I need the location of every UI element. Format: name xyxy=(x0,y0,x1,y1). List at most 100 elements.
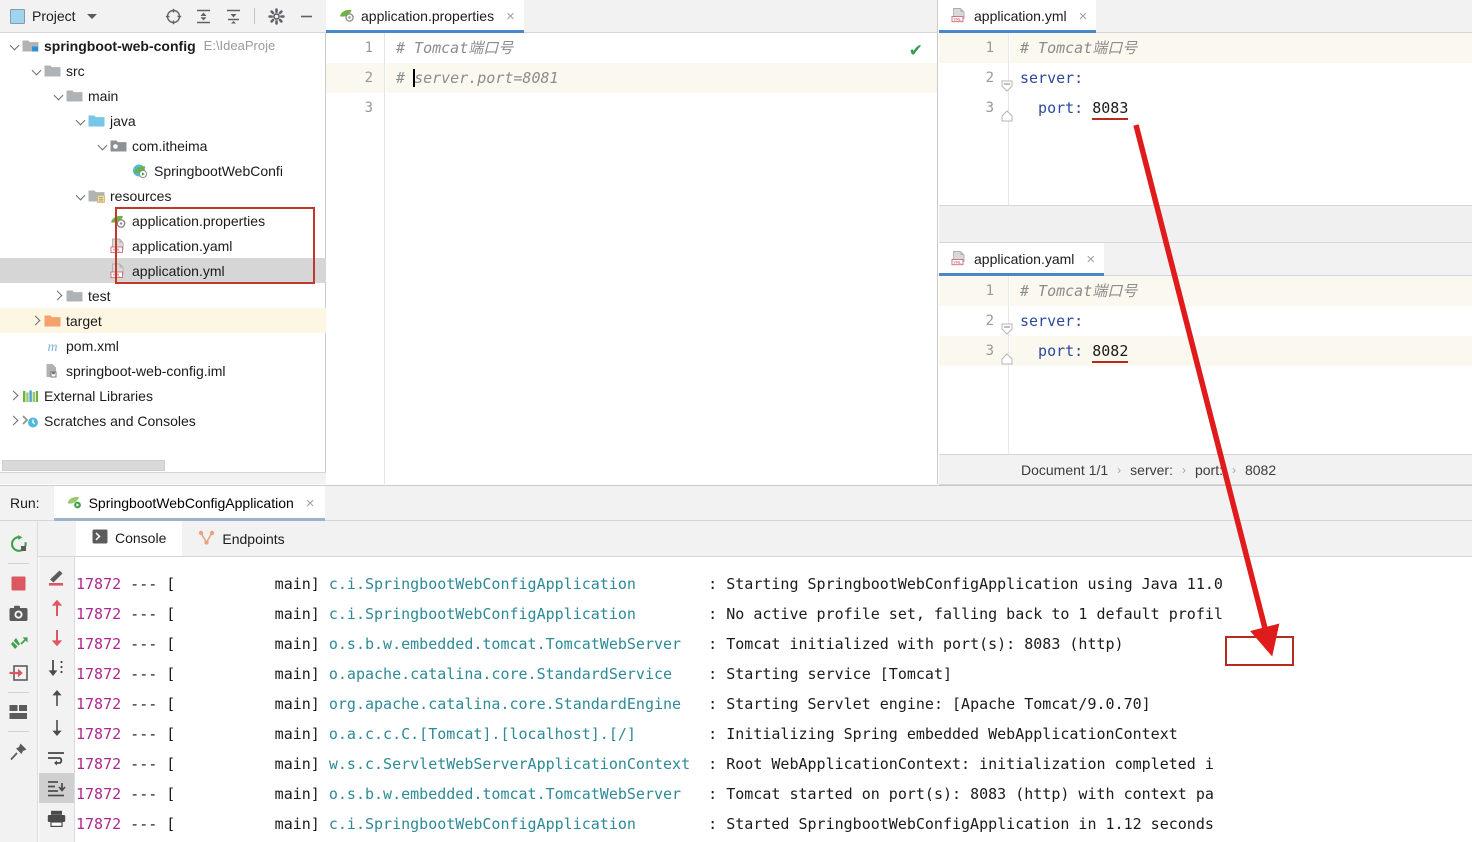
chevron-right-icon[interactable] xyxy=(30,314,44,328)
soft-wrap-icon[interactable] xyxy=(39,743,74,773)
tree-node-scratches-and-consoles[interactable]: Scratches and Consoles xyxy=(0,408,326,433)
right-yml-body[interactable]: 123 # Tomcat端口号server: port: 8083 xyxy=(939,33,1472,205)
chevron-right-icon[interactable] xyxy=(52,289,66,303)
tree-node-springboot-web-config-iml[interactable]: springboot-web-config.iml xyxy=(0,358,326,383)
tab-application-yml[interactable]: YML application.yml × xyxy=(939,0,1096,32)
breadcrumb-item[interactable]: 8082 xyxy=(1245,462,1276,478)
right-yaml-gutter[interactable]: 123 xyxy=(939,276,1009,454)
thread-dump-icon[interactable] xyxy=(0,628,37,658)
tree-node-application-properties[interactable]: application.properties xyxy=(0,208,326,233)
chevron-right-icon[interactable] xyxy=(8,389,22,403)
right-yml-gutter[interactable]: 123 xyxy=(939,33,1009,205)
tree-node-application-yaml[interactable]: YMLapplication.yaml xyxy=(0,233,326,258)
tree-node-external-libraries[interactable]: External Libraries xyxy=(0,383,326,408)
collapse-all-icon[interactable] xyxy=(224,7,242,25)
right-yaml-code[interactable]: # Tomcat端口号server: port: 8082 xyxy=(1010,276,1472,454)
project-tree[interactable]: springboot-web-configE:\IdeaProjesrcmain… xyxy=(0,33,326,451)
close-icon[interactable]: × xyxy=(1086,252,1095,267)
close-icon[interactable]: × xyxy=(1079,9,1088,24)
chevron-down-icon[interactable] xyxy=(74,114,88,128)
tree-node-application-yml[interactable]: YMLapplication.yml xyxy=(0,258,326,283)
console-line[interactable]: 17872 --- [ main] c.i.SpringbootWebConfi… xyxy=(76,569,1472,599)
right-yaml-body[interactable]: 123 # Tomcat端口号server: port: 8082 xyxy=(939,276,1472,454)
tree-node-src[interactable]: src xyxy=(0,58,326,83)
close-icon[interactable]: × xyxy=(506,9,515,24)
tree-node-com-itheima[interactable]: com.itheima xyxy=(0,133,326,158)
console-line[interactable]: 17872 --- [ main] c.i.SpringbootWebConfi… xyxy=(76,599,1472,629)
code-line[interactable]: # Tomcat端口号 xyxy=(1010,33,1472,63)
console-line[interactable]: 17872 --- [ main] o.a.c.c.C.[Tomcat].[lo… xyxy=(76,719,1472,749)
scroll-to-end-icon[interactable] xyxy=(39,773,74,803)
code-line[interactable]: # server.port=8081 xyxy=(386,63,937,93)
tree-node-target[interactable]: target xyxy=(0,308,326,333)
tree-node-springbootwebconfi[interactable]: SpringbootWebConfi xyxy=(0,158,326,183)
scrollbar-thumb[interactable] xyxy=(2,460,165,471)
expand-all-icon[interactable] xyxy=(194,7,212,25)
tree-node-main[interactable]: main xyxy=(0,83,326,108)
up-arrow-icon[interactable] xyxy=(39,683,74,713)
chevron-down-icon[interactable] xyxy=(8,39,22,53)
up-arrow-red-icon[interactable] xyxy=(39,593,74,623)
tree-node-pom-xml[interactable]: mpom.xml xyxy=(0,333,326,358)
console-line[interactable]: 17872 --- [ main] o.s.b.w.embedded.tomca… xyxy=(76,629,1472,659)
center-editor-gutter[interactable]: 123 xyxy=(326,33,385,484)
layout-icon[interactable] xyxy=(0,697,37,727)
run-toolbar-console[interactable] xyxy=(39,557,75,842)
export-icon[interactable] xyxy=(0,658,37,688)
breadcrumb-item[interactable]: server: xyxy=(1130,462,1173,478)
hide-panel-icon[interactable] xyxy=(297,7,315,25)
tab-console[interactable]: Console xyxy=(76,521,182,556)
console-output[interactable]: 17872 --- [ main] c.i.SpringbootWebConfi… xyxy=(76,557,1472,842)
run-toolbar-left[interactable] xyxy=(0,521,38,842)
breadcrumb-item[interactable]: Document 1/1 xyxy=(1021,462,1108,478)
sort-icon[interactable] xyxy=(39,653,74,683)
code-line[interactable]: server: xyxy=(1010,63,1472,93)
down-arrow-icon[interactable] xyxy=(39,713,74,743)
code-line[interactable]: # Tomcat端口号 xyxy=(1010,276,1472,306)
screenshot-icon[interactable] xyxy=(0,598,37,628)
tab-application-yaml[interactable]: YML application.yaml × xyxy=(939,243,1104,275)
inspection-ok-icon[interactable]: ✔ xyxy=(909,41,923,61)
fold-end-icon[interactable] xyxy=(1001,345,1013,375)
right-yml-code[interactable]: # Tomcat端口号server: port: 8083 xyxy=(1010,33,1472,205)
chevron-down-icon[interactable] xyxy=(30,64,44,78)
tree-node-test[interactable]: test xyxy=(0,283,326,308)
run-configuration-tab[interactable]: SpringbootWebConfigApplication × xyxy=(54,486,325,520)
settings-gear-icon[interactable] xyxy=(267,7,285,25)
console-line[interactable]: 17872 --- [ main] org.apache.catalina.co… xyxy=(76,689,1472,719)
tree-node-springboot-web-config[interactable]: springboot-web-configE:\IdeaProje xyxy=(0,33,326,58)
down-arrow-red-icon[interactable] xyxy=(39,623,74,653)
code-line[interactable]: # Tomcat端口号 xyxy=(386,33,937,63)
center-editor-body[interactable]: 123 # Tomcat端口号# server.port=8081 ✔ xyxy=(326,33,937,484)
tree-node-resources[interactable]: resources xyxy=(0,183,326,208)
code-line[interactable]: port: 8083 xyxy=(1010,93,1472,123)
rerun-icon[interactable] xyxy=(0,529,37,559)
tree-node-java[interactable]: java xyxy=(0,108,326,133)
chevron-down-icon[interactable] xyxy=(87,14,97,19)
stop-icon[interactable] xyxy=(0,568,37,598)
tab-application-properties[interactable]: application.properties × xyxy=(326,0,524,32)
chevron-right-icon[interactable] xyxy=(8,414,22,428)
breadcrumb[interactable]: Document 1/1›server:›port:›8082 xyxy=(939,454,1472,485)
console-line[interactable]: 17872 --- [ main] w.s.c.ServletWebServer… xyxy=(76,749,1472,779)
chevron-down-icon[interactable] xyxy=(96,139,110,153)
fold-end-icon[interactable] xyxy=(1001,102,1013,132)
close-icon[interactable]: × xyxy=(306,496,315,511)
edit-icon[interactable] xyxy=(39,563,74,593)
project-tree-horizontal-scrollbar[interactable] xyxy=(0,458,325,472)
pin-icon[interactable] xyxy=(0,736,37,766)
breadcrumb-item[interactable]: port: xyxy=(1195,462,1223,478)
console-line[interactable]: 17872 --- [ main] o.s.b.w.embedded.tomca… xyxy=(76,779,1472,809)
code-line[interactable]: port: 8082 xyxy=(1010,336,1472,366)
locate-target-icon[interactable] xyxy=(164,7,182,25)
code-line[interactable] xyxy=(386,93,937,123)
project-title-button[interactable]: Project xyxy=(0,8,97,24)
console-line[interactable]: 17872 --- [ main] c.i.SpringbootWebConfi… xyxy=(76,809,1472,839)
tab-endpoints[interactable]: Endpoints xyxy=(182,521,300,556)
console-line[interactable]: 17872 --- [ main] o.apache.catalina.core… xyxy=(76,659,1472,689)
print-icon[interactable] xyxy=(39,803,74,833)
chevron-down-icon[interactable] xyxy=(74,189,88,203)
center-editor-code[interactable]: # Tomcat端口号# server.port=8081 xyxy=(386,33,937,484)
code-line[interactable]: server: xyxy=(1010,306,1472,336)
chevron-down-icon[interactable] xyxy=(52,89,66,103)
